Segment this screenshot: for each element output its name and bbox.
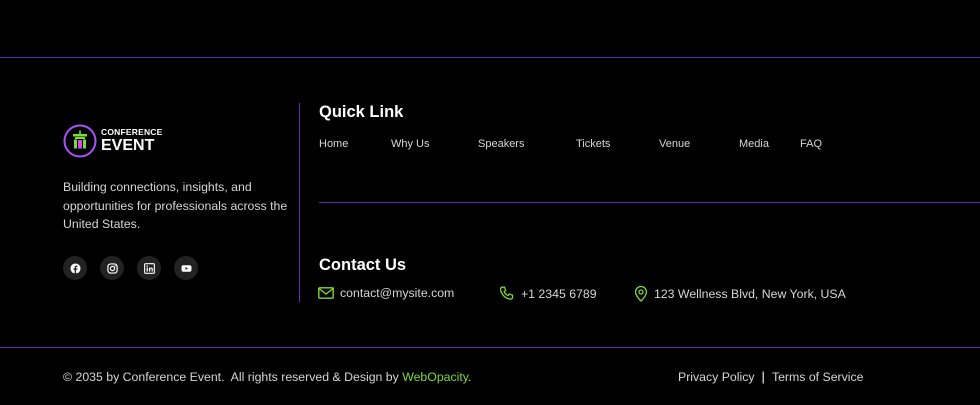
facebook-icon (69, 262, 81, 274)
youtube-icon (181, 264, 191, 272)
logo-top-text: CONFERENCE (101, 127, 163, 138)
copyright-text: © 2035 by Conference Event. All rights r… (63, 370, 471, 384)
instagram-icon (106, 262, 118, 274)
contact-address[interactable]: 123 Wellness Blvd, New York, USA (634, 286, 846, 302)
copyright-main: © 2035 by Conference Event. All rights r… (63, 370, 403, 384)
address-text: 123 Wellness Blvd, New York, USA (654, 287, 846, 301)
vertical-divider (299, 103, 300, 302)
nav-link-tickets[interactable]: Tickets (576, 138, 610, 150)
phone-text: +1 2345 6789 (521, 287, 597, 301)
facebook-button[interactable] (63, 256, 87, 280)
nav-link-venue[interactable]: Venue (659, 138, 690, 150)
terms-of-service-link[interactable]: Terms of Service (772, 370, 864, 384)
legal-separator: | (761, 369, 765, 384)
linkedin-button[interactable] (137, 256, 161, 280)
location-pin-icon (634, 286, 648, 302)
nav-link-media[interactable]: Media (739, 138, 769, 150)
logo-bottom-text: EVENT (101, 136, 155, 154)
phone-icon (499, 286, 514, 300)
mail-icon (318, 287, 334, 299)
nav-link-faq[interactable]: FAQ (800, 138, 822, 150)
site-logo[interactable]: CONFERENCE EVENT (63, 124, 163, 158)
privacy-policy-link[interactable]: Privacy Policy (678, 370, 755, 384)
nav-link-speakers[interactable]: Speakers (478, 138, 524, 150)
email-text: contact@mysite.com (340, 286, 455, 300)
contact-heading: Contact Us (319, 256, 407, 274)
copyright-period: . (468, 370, 472, 384)
footer-divider (0, 347, 980, 348)
podium-logo-icon (63, 124, 97, 158)
legal-links: Privacy Policy | Terms of Service (678, 369, 864, 384)
quick-link-heading: Quick Link (319, 103, 404, 121)
contact-email[interactable]: contact@mysite.com (318, 286, 454, 300)
section-divider (319, 202, 980, 203)
nav-link-home[interactable]: Home (319, 138, 348, 150)
instagram-button[interactable] (100, 256, 124, 280)
top-divider (0, 57, 980, 58)
social-links (63, 256, 198, 280)
youtube-button[interactable] (174, 256, 198, 280)
nav-link-why-us[interactable]: Why Us (391, 138, 430, 150)
linkedin-icon (143, 262, 155, 274)
contact-phone[interactable]: +1 2345 6789 (499, 286, 597, 302)
designer-link[interactable]: WebOpacity (402, 370, 468, 384)
brand-description: Building connections, insights, and oppo… (63, 180, 288, 231)
